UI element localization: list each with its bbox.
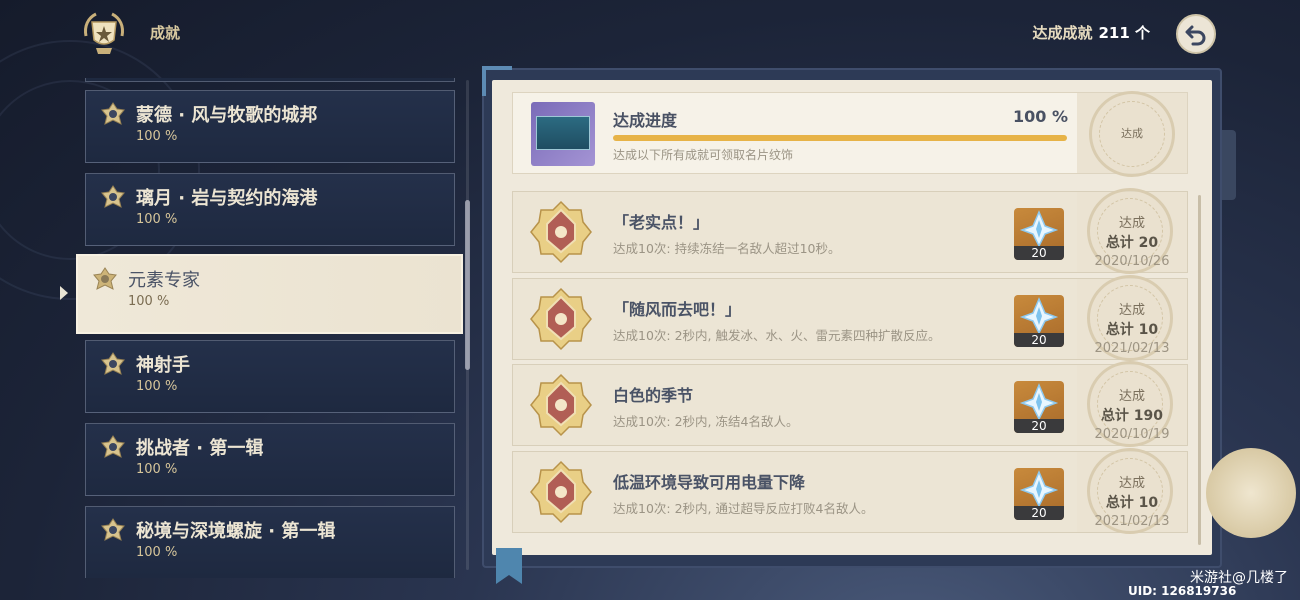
- stamp-zone: 达成: [1077, 91, 1187, 177]
- category-scrollbar-thumb[interactable]: [465, 200, 470, 370]
- trophy-laurel-icon: [84, 12, 124, 54]
- back-button[interactable]: [1176, 14, 1216, 54]
- achievement-total: 总计 20: [1105, 235, 1159, 251]
- progress-card: 达成进度 100 % 达成以下所有成就可领取名片纹饰 达成: [512, 91, 1188, 177]
- primogem-icon: [1019, 383, 1059, 421]
- category-percent: 100 %: [136, 545, 178, 560]
- category-item-marksman[interactable]: 神射手 100 %: [85, 340, 455, 413]
- category-list[interactable]: 蒙德 · 风与牧歌的城邦 100 % 璃月 · 岩与契约的海港 100 % 元素…: [76, 78, 464, 578]
- category-percent: 100 %: [136, 212, 178, 227]
- primogem-icon: [1019, 210, 1059, 248]
- achievement-name: 白色的季节: [613, 386, 694, 405]
- achievement-scrollbar[interactable]: [1198, 195, 1201, 545]
- selection-indicator-icon: [60, 286, 68, 300]
- achievement-total: 总计 10: [1105, 322, 1159, 338]
- achievement-total: 总计 190: [1100, 408, 1164, 424]
- achievement-date: 2021/02/13: [1094, 341, 1170, 356]
- page-title: 成就: [150, 24, 181, 42]
- reward-item[interactable]: 20: [1014, 468, 1064, 520]
- category-item-partial: [85, 78, 455, 82]
- achievement-total: 总计 10: [1105, 495, 1159, 511]
- stamp-zone: 达成 总计 20 2020/10/26: [1077, 188, 1187, 274]
- category-name: 挑战者 · 第一辑: [136, 438, 264, 459]
- achievement-count: 达成成就 211 个: [1032, 22, 1150, 43]
- primogem-icon: [1019, 297, 1059, 335]
- achievement-badge-icon: [101, 518, 125, 541]
- category-name: 秘境与深境螺旋 · 第一辑: [136, 521, 336, 542]
- achievement-date: 2021/02/13: [1094, 514, 1170, 529]
- category-name: 神射手: [136, 355, 190, 376]
- category-percent: 100 %: [136, 129, 178, 144]
- back-arrow-icon: [1185, 25, 1206, 46]
- category-item-domains-abyss[interactable]: 秘境与深境螺旋 · 第一辑 100 %: [85, 506, 455, 578]
- stamp-label: 达成: [1118, 216, 1145, 231]
- primogem-icon: [1019, 470, 1059, 508]
- book-side-tab: [1222, 130, 1236, 200]
- achievement-badge-icon: [101, 435, 125, 458]
- achievement-description: 达成10次: 持续冻结一名敌人超过10秒。: [613, 241, 841, 256]
- category-item-mondstadt[interactable]: 蒙德 · 风与牧歌的城邦 100 %: [85, 90, 455, 163]
- achievement-date: 2020/10/26: [1094, 254, 1170, 269]
- achievement-count-label: 达成成就: [1032, 24, 1093, 42]
- reward-quantity: 20: [1014, 419, 1064, 433]
- namecard-reward-image: [531, 102, 595, 166]
- category-item-elemental-specialist[interactable]: 元素专家 100 %: [76, 254, 463, 334]
- stamp-zone: 达成 总计 10 2021/02/13: [1077, 448, 1187, 534]
- reward-item[interactable]: 20: [1014, 295, 1064, 347]
- achievement-row[interactable]: 白色的季节 达成10次: 2秒内, 冻结4名敌人。 20 达成 总计 190 2…: [512, 361, 1188, 447]
- reward-quantity: 20: [1014, 506, 1064, 520]
- achievement-name: 低温环境导致可用电量下降: [613, 473, 806, 492]
- achievement-description: 达成10次: 2秒内, 触发冰、水、火、雷元素四种扩散反应。: [613, 328, 941, 343]
- gold-medal-icon: [530, 460, 592, 524]
- category-percent: 100 %: [128, 294, 170, 309]
- reward-item[interactable]: 20: [1014, 208, 1064, 260]
- reward-item[interactable]: 20: [1014, 381, 1064, 433]
- bookmark-ribbon: [496, 548, 522, 584]
- progress-bar-fill: [613, 135, 1067, 141]
- reward-quantity: 20: [1014, 333, 1064, 347]
- category-percent: 100 %: [136, 379, 178, 394]
- stamp-label: 达成: [1121, 127, 1143, 140]
- category-item-liyue[interactable]: 璃月 · 岩与契约的海港 100 %: [85, 173, 455, 246]
- gold-medal-icon: [530, 200, 592, 264]
- gold-medal-icon: [530, 373, 592, 437]
- achievement-description: 达成10次: 2秒内, 通过超导反应打败4名敌人。: [613, 501, 874, 516]
- achievement-row[interactable]: 「随风而去吧！」 达成10次: 2秒内, 触发冰、水、火、雷元素四种扩散反应。 …: [512, 275, 1188, 361]
- stamp-zone: 达成 总计 190 2020/10/19: [1077, 361, 1187, 447]
- stamp-zone: 达成 总计 10 2021/02/13: [1077, 275, 1187, 361]
- stamp-label: 达成: [1118, 476, 1145, 491]
- achievement-row[interactable]: 低温环境导致可用电量下降 达成10次: 2秒内, 通过超导反应打败4名敌人。 2…: [512, 448, 1188, 534]
- category-item-challenger[interactable]: 挑战者 · 第一辑 100 %: [85, 423, 455, 496]
- achievement-badge-icon: [101, 102, 125, 125]
- progress-bar: [613, 135, 1067, 141]
- achievement-count-value: 211 个: [1098, 24, 1150, 42]
- gold-medal-icon: [530, 287, 592, 351]
- achievement-badge-icon: [93, 267, 117, 290]
- stamp-label: 达成: [1118, 303, 1145, 318]
- achievement-description: 达成10次: 2秒内, 冻结4名敌人。: [613, 414, 799, 429]
- achievement-badge-icon: [101, 185, 125, 208]
- category-name: 蒙德 · 风与牧歌的城邦: [136, 105, 318, 126]
- category-name: 璃月 · 岩与契约的海港: [136, 188, 318, 209]
- reward-quantity: 20: [1014, 246, 1064, 260]
- achievement-name: 「随风而去吧！」: [613, 300, 742, 319]
- achievement-name: 「老实点！」: [613, 213, 710, 232]
- progress-subtitle: 达成以下所有成就可领取名片纹饰: [613, 148, 794, 162]
- category-percent: 100 %: [136, 462, 178, 477]
- progress-percent: 100 %: [1013, 107, 1068, 126]
- achievement-date: 2020/10/19: [1094, 427, 1170, 442]
- category-name: 元素专家: [128, 270, 200, 291]
- uid-label: UID: 126819736: [1128, 584, 1237, 598]
- achievement-row[interactable]: 「老实点！」 达成10次: 持续冻结一名敌人超过10秒。 20 达成 总计 20…: [512, 188, 1188, 274]
- stamp-label: 达成: [1118, 389, 1145, 404]
- decorative-disc: [1206, 448, 1296, 538]
- progress-title: 达成进度: [613, 111, 678, 130]
- achievement-badge-icon: [101, 352, 125, 375]
